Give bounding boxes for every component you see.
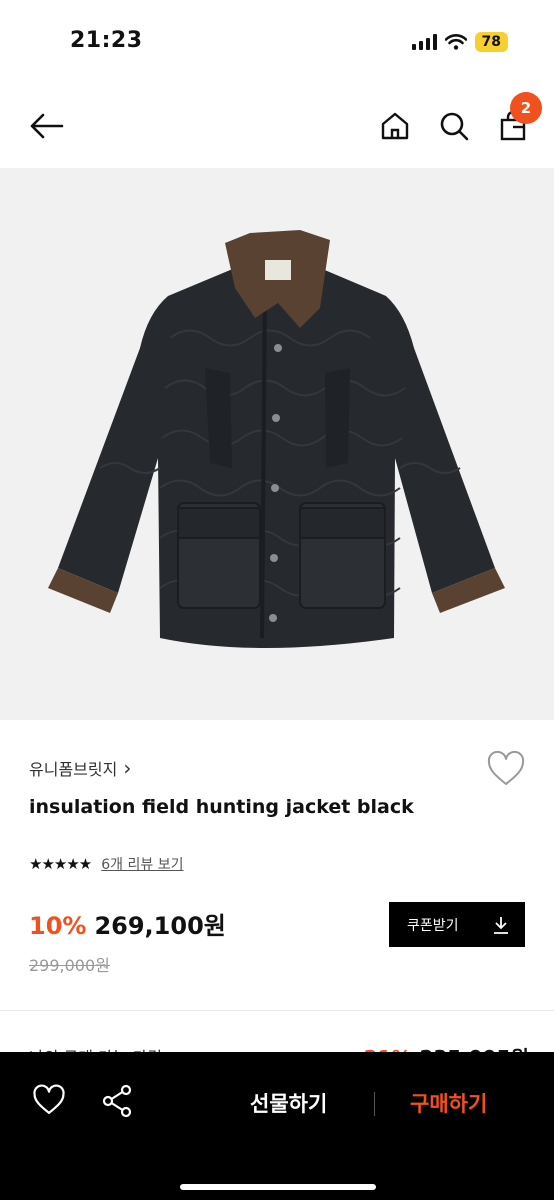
wifi-icon <box>444 34 467 50</box>
brand-link[interactable]: 유니폼브릿지 › <box>29 756 131 780</box>
heart-icon <box>33 1084 65 1115</box>
coupon-label: 쿠폰받기 <box>407 917 459 934</box>
status-bar: 21:23 78 <box>0 0 554 84</box>
divider <box>0 1010 554 1011</box>
star-rating: ★★★★★ <box>29 855 92 873</box>
sale-price: 269,100원 <box>94 912 226 940</box>
share-button[interactable] <box>100 1084 140 1124</box>
status-icons: 78 <box>411 30 508 54</box>
search-icon <box>440 112 469 141</box>
brand-name: 유니폼브릿지 <box>29 760 118 779</box>
cart-count-badge: 2 <box>510 92 542 124</box>
gift-button[interactable]: 선물하기 <box>250 1088 327 1118</box>
top-nav <box>0 84 554 168</box>
price-row: 10% 269,100원 <box>29 906 226 941</box>
share-icon <box>102 1084 132 1118</box>
review-link[interactable]: 6개 리뷰 보기 <box>101 854 183 874</box>
home-indicator <box>180 1184 376 1190</box>
heart-icon <box>487 750 525 785</box>
home-icon <box>381 112 409 140</box>
download-icon <box>494 916 508 934</box>
product-image[interactable] <box>0 168 554 720</box>
back-button[interactable] <box>26 106 66 146</box>
jacket-image <box>48 230 505 648</box>
discount-rate: 10% <box>29 912 87 940</box>
rating-row: ★★★★★ 6개 리뷰 보기 <box>29 854 183 874</box>
bottom-wishlist-button[interactable] <box>32 1084 72 1124</box>
buy-button[interactable]: 구매하기 <box>410 1088 487 1118</box>
coupon-download-button[interactable]: 쿠폰받기 <box>389 902 525 947</box>
battery-icon: 78 <box>474 32 508 52</box>
chevron-right-icon: › <box>123 756 132 780</box>
wishlist-button[interactable] <box>486 750 526 790</box>
original-price: 299,000원 <box>29 956 110 975</box>
signal-icon <box>411 34 437 50</box>
status-time: 21:23 <box>70 28 143 53</box>
product-name: insulation field hunting jacket black <box>29 796 414 818</box>
back-arrow-icon <box>30 113 64 139</box>
bottom-action-bar: 선물하기 구매하기 <box>0 1052 554 1200</box>
home-button[interactable] <box>375 106 415 146</box>
separator <box>374 1092 375 1116</box>
search-button[interactable] <box>434 106 474 146</box>
